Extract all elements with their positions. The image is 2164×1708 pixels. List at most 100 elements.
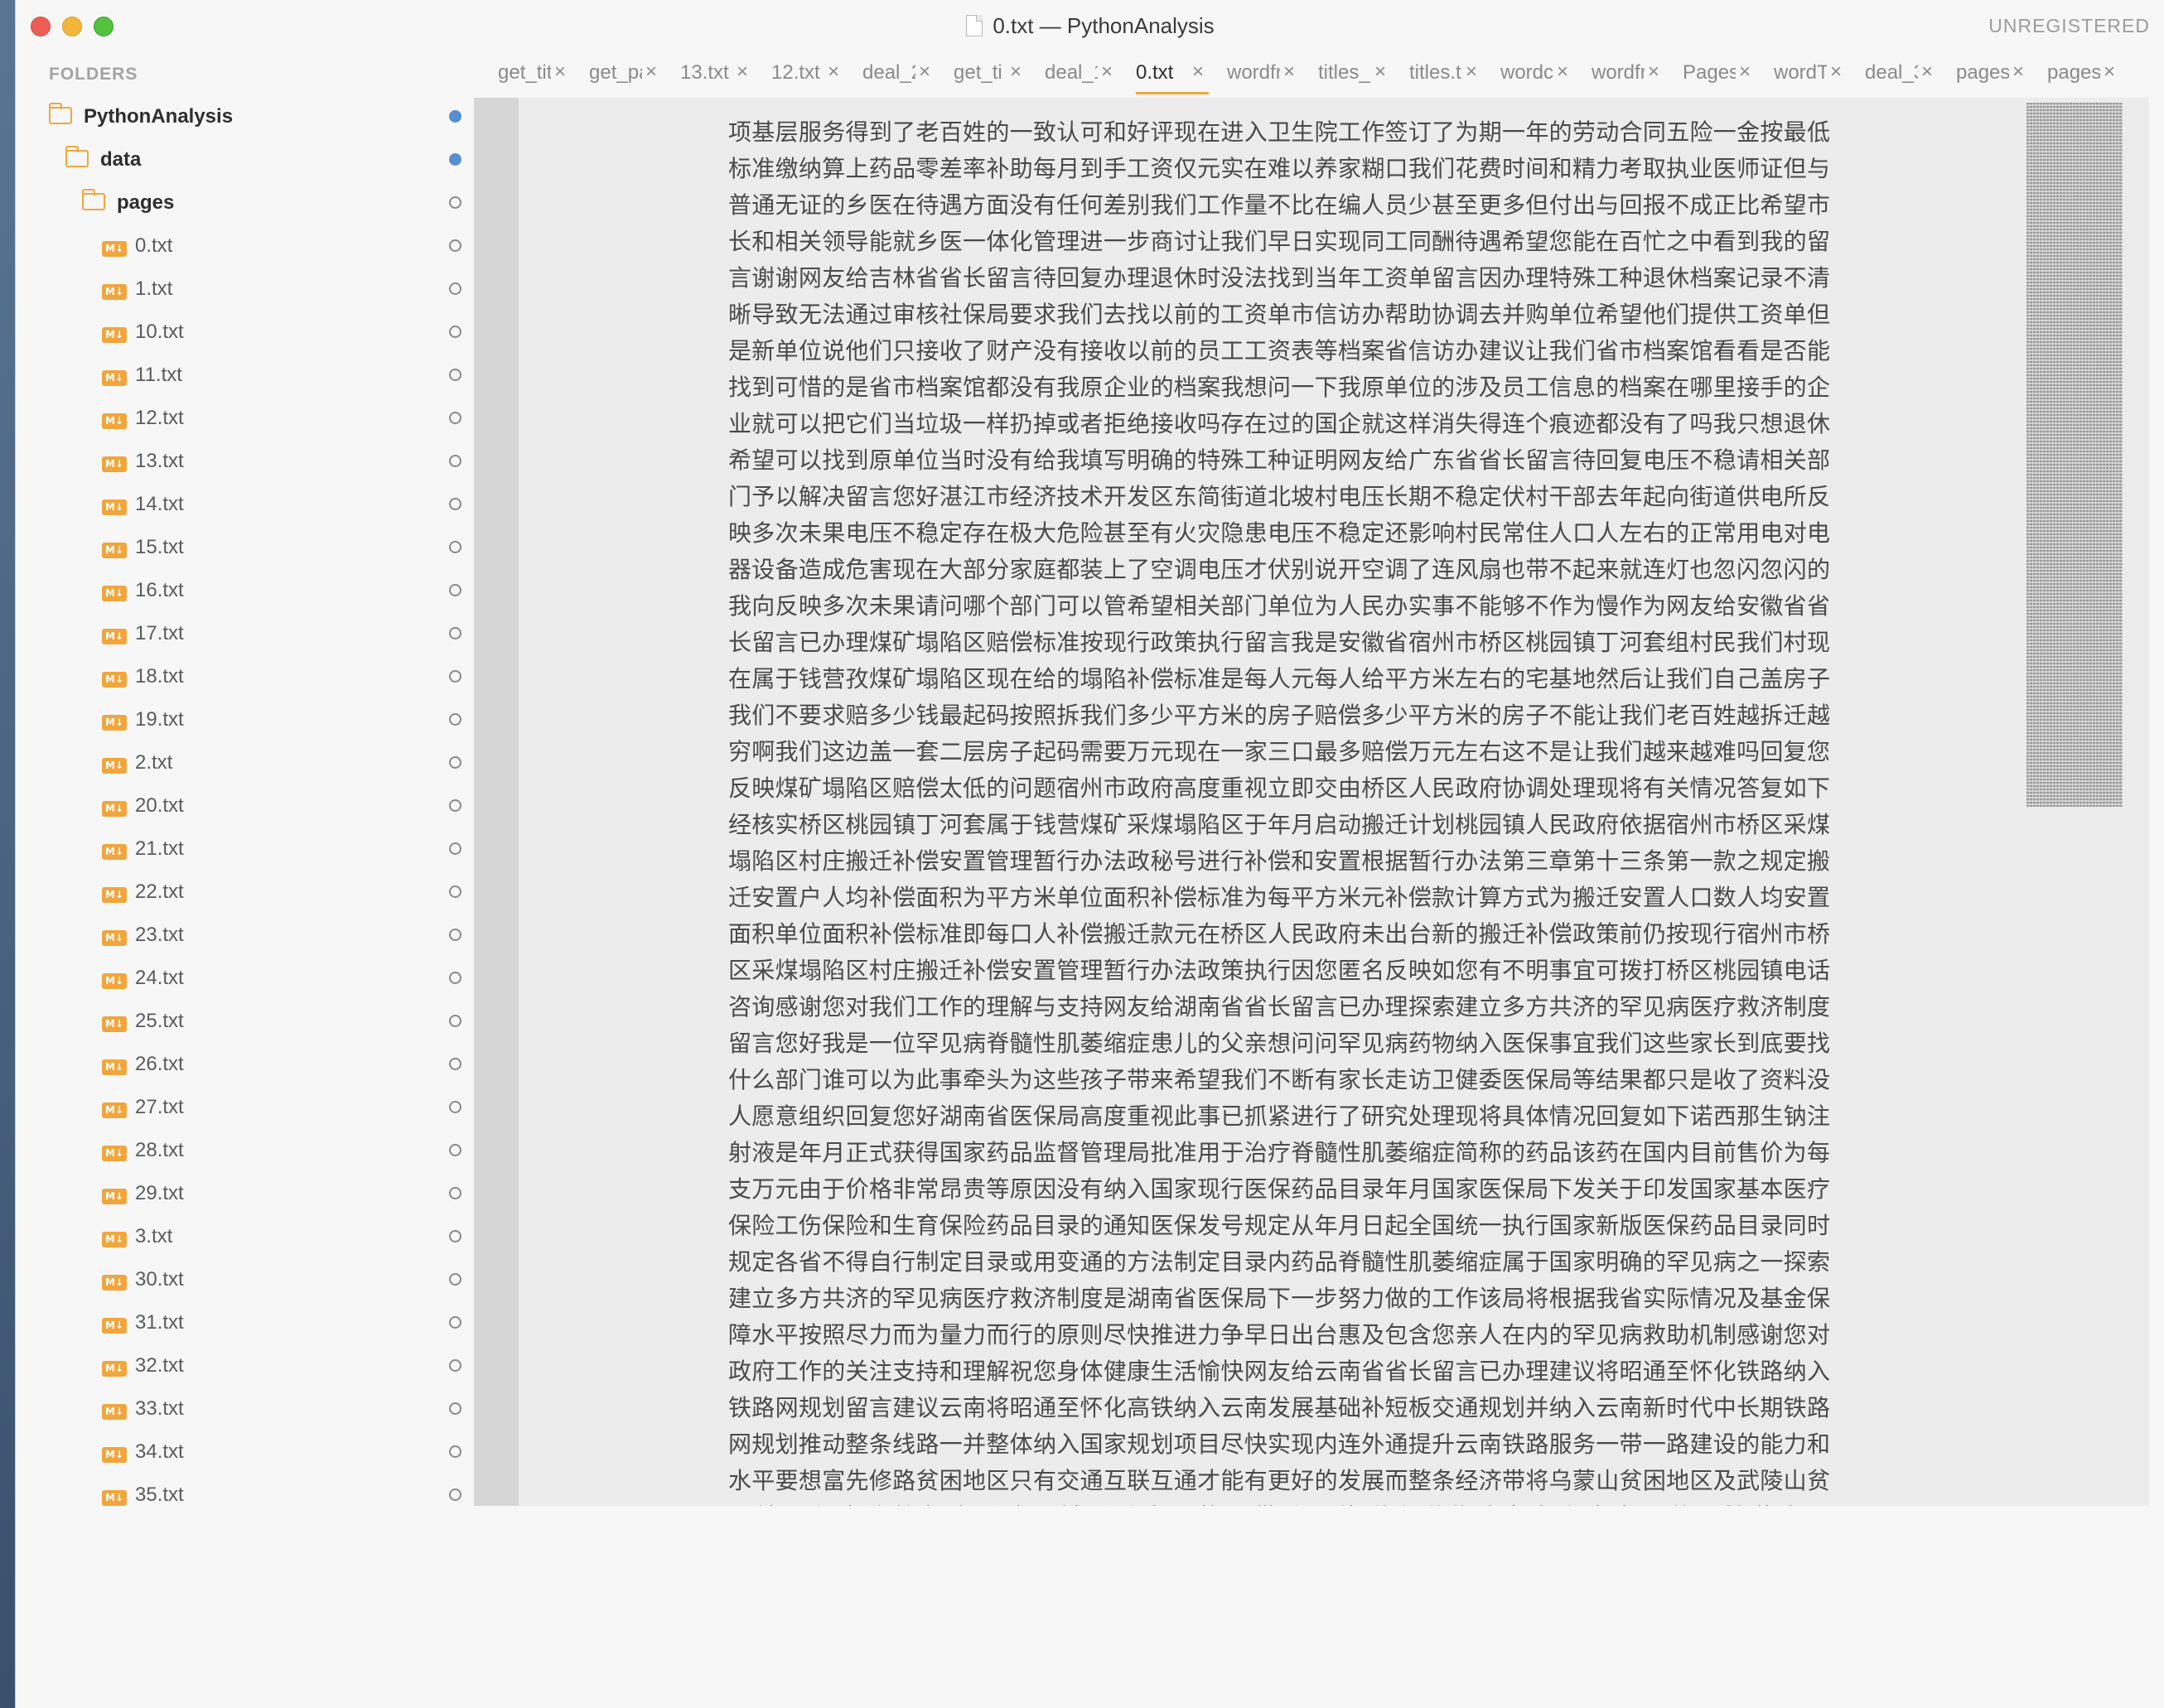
file-row[interactable]: M↓ 35.txt <box>16 1473 488 1516</box>
file-name: 34.txt <box>135 1440 184 1463</box>
folder-row[interactable]: pages <box>16 181 488 224</box>
file-row[interactable]: M↓ 21.txt <box>16 827 488 870</box>
close-tab-icon[interactable]: × <box>554 60 566 84</box>
close-tab-icon[interactable]: × <box>1921 60 1933 84</box>
file-row[interactable]: M↓ 15.txt <box>16 525 488 568</box>
file-row[interactable]: M↓ 27.txt <box>16 1085 488 1128</box>
tab[interactable]: get_tit × <box>488 53 579 96</box>
unmodified-indicator <box>449 799 461 812</box>
close-tab-icon[interactable]: × <box>1101 60 1113 84</box>
tab[interactable]: wordfr × <box>1582 53 1673 96</box>
tab[interactable]: 13.txt × <box>670 53 761 96</box>
tab[interactable]: wordc × <box>1490 53 1582 96</box>
file-row[interactable]: M↓ 0.txt <box>16 224 488 267</box>
tab[interactable]: 12.txt × <box>761 53 853 96</box>
file-row[interactable]: M↓ 2.txt <box>16 741 488 784</box>
close-tab-icon[interactable]: × <box>645 60 657 84</box>
close-tab-icon[interactable]: × <box>1192 60 1204 84</box>
tab[interactable]: Pages × <box>1673 53 1764 96</box>
text-content[interactable]: 项基层服务得到了老百姓的一致认可和好评现在进入卫生院工作签订了为期一年的劳动合同… <box>728 98 1830 1506</box>
file-row[interactable]: M↓ 26.txt <box>16 1042 488 1085</box>
close-tab-icon[interactable]: × <box>1739 60 1751 84</box>
text-line: 业就可以把它们当垃圾一样扔掉或者拒绝接收吗存在过的国企就这样消失得连个痕迹都没有… <box>728 410 1830 437</box>
tab[interactable]: get_pa× <box>579 53 670 96</box>
text-line: 在属于钱营孜煤矿塌陷区现在给的塌陷补偿标准是每人元每人给平方米左右的宅基地然后让… <box>728 665 1830 692</box>
file-row[interactable]: M↓ 31.txt <box>16 1300 488 1344</box>
file-row[interactable]: M↓ 29.txt <box>16 1171 488 1214</box>
sidebar: FOLDERS PythonAnalysis data pages M↓ 0.txt M↓… <box>16 53 488 1708</box>
tab-label: deal_1 <box>1045 61 1098 84</box>
tab[interactable]: 0.txt × <box>1126 53 1217 96</box>
text-line: 水平要想富先修路贫困地区只有交通互联互通才能有更好的发展而整条经济带将乌蒙山贫困… <box>728 1467 1830 1494</box>
close-tab-icon[interactable]: × <box>1830 60 1842 84</box>
tab[interactable]: deal_3× <box>1855 53 1946 96</box>
folder-name: data <box>100 148 142 171</box>
close-tab-icon[interactable]: × <box>828 60 839 84</box>
text-line: 困地区紧密连接起来形成区域联动发展格局带动沿线群众脱贫致富奔小康实现共同繁荣发展 <box>728 1499 1830 1506</box>
folder-row[interactable]: data <box>16 138 488 181</box>
file-row[interactable]: M↓ 22.txt <box>16 870 488 913</box>
file-row[interactable]: M↓ 11.txt <box>16 353 488 396</box>
file-row[interactable]: M↓ 25.txt <box>16 999 488 1042</box>
editor-pane[interactable]: 项基层服务得到了老百姓的一致认可和好评现在进入卫生院工作签订了为期一年的劳动合同… <box>474 98 2149 1506</box>
markdown-file-icon: M↓ <box>102 887 127 903</box>
folder-icon <box>48 103 72 124</box>
markdown-file-icon: M↓ <box>102 543 127 558</box>
tab[interactable]: titles_ × <box>1308 53 1399 96</box>
file-row[interactable]: M↓ 32.txt <box>16 1344 488 1387</box>
tab[interactable]: titles.t × <box>1399 53 1490 96</box>
file-row[interactable]: M↓ 20.txt <box>16 784 488 827</box>
close-tab-icon[interactable]: × <box>2012 60 2024 84</box>
tab-bar: get_tit×get_pa×13.txt×12.txt×deal_2×get_… <box>488 53 2164 96</box>
tab[interactable]: get_ti × <box>944 53 1035 96</box>
close-tab-icon[interactable]: × <box>737 60 748 84</box>
file-row[interactable]: M↓ 3.txt <box>16 1214 488 1257</box>
file-row[interactable]: M↓ 19.txt <box>16 697 488 741</box>
folder-row[interactable]: PythonAnalysis <box>16 94 488 138</box>
file-row[interactable]: M↓ 18.txt <box>16 654 488 697</box>
tab[interactable]: pages × <box>1946 53 2037 96</box>
file-row[interactable]: M↓ 33.txt <box>16 1387 488 1430</box>
close-tab-icon[interactable]: × <box>1010 60 1022 84</box>
text-line: 网规划推动整条线路一并整体纳入国家规划项目尽快实现内连外通提升云南铁路服务一带一… <box>728 1431 1830 1458</box>
file-row[interactable]: M↓ 28.txt <box>16 1128 488 1171</box>
close-tab-icon[interactable]: × <box>1557 60 1568 84</box>
close-tab-icon[interactable]: × <box>2104 60 2115 84</box>
file-name: 22.txt <box>135 881 184 903</box>
close-tab-icon[interactable]: × <box>1648 60 1659 84</box>
tab-label: get_ti <box>954 61 1002 84</box>
file-row[interactable]: M↓ 12.txt <box>16 396 488 439</box>
file-row[interactable]: M↓ 16.txt <box>16 568 488 611</box>
file-row[interactable]: M↓ 17.txt <box>16 611 488 654</box>
close-tab-icon[interactable]: × <box>1374 60 1386 84</box>
tab[interactable]: pages × <box>2037 53 2128 96</box>
file-row[interactable]: M↓ 30.txt <box>16 1257 488 1300</box>
markdown-file-icon: M↓ <box>102 1102 127 1118</box>
file-row[interactable]: M↓ 10.txt <box>16 310 488 353</box>
file-row[interactable]: M↓ 13.txt <box>16 439 488 482</box>
tab-label: wordT <box>1774 61 1827 84</box>
unmodified-indicator <box>449 1402 461 1415</box>
file-row[interactable]: M↓ 23.txt <box>16 913 488 956</box>
file-name: 0.txt <box>135 234 173 257</box>
file-name: 19.txt <box>135 708 184 731</box>
file-name: 17.txt <box>135 622 184 644</box>
tab[interactable]: wordfr × <box>1217 53 1308 96</box>
close-tab-icon[interactable]: × <box>919 60 930 84</box>
file-row[interactable]: M↓ 14.txt <box>16 482 488 525</box>
markdown-file-icon: M↓ <box>102 499 127 515</box>
close-tab-icon[interactable]: × <box>1466 60 1477 84</box>
file-name: 2.txt <box>135 751 173 774</box>
tab[interactable]: deal_1× <box>1035 53 1126 96</box>
minimap[interactable] <box>2026 103 2123 807</box>
file-row[interactable]: M↓ 1.txt <box>16 267 488 310</box>
markdown-file-icon: M↓ <box>102 1447 127 1463</box>
file-row[interactable]: M↓ 34.txt <box>16 1430 488 1473</box>
tab[interactable]: deal_2× <box>853 53 944 96</box>
close-tab-icon[interactable]: × <box>1283 60 1295 84</box>
tab-label: 0.txt <box>1136 61 1174 84</box>
markdown-file-icon: M↓ <box>102 284 127 300</box>
markdown-file-icon: M↓ <box>102 1059 127 1075</box>
tab[interactable]: wordT × <box>1764 53 1855 96</box>
file-row[interactable]: M↓ 24.txt <box>16 956 488 999</box>
